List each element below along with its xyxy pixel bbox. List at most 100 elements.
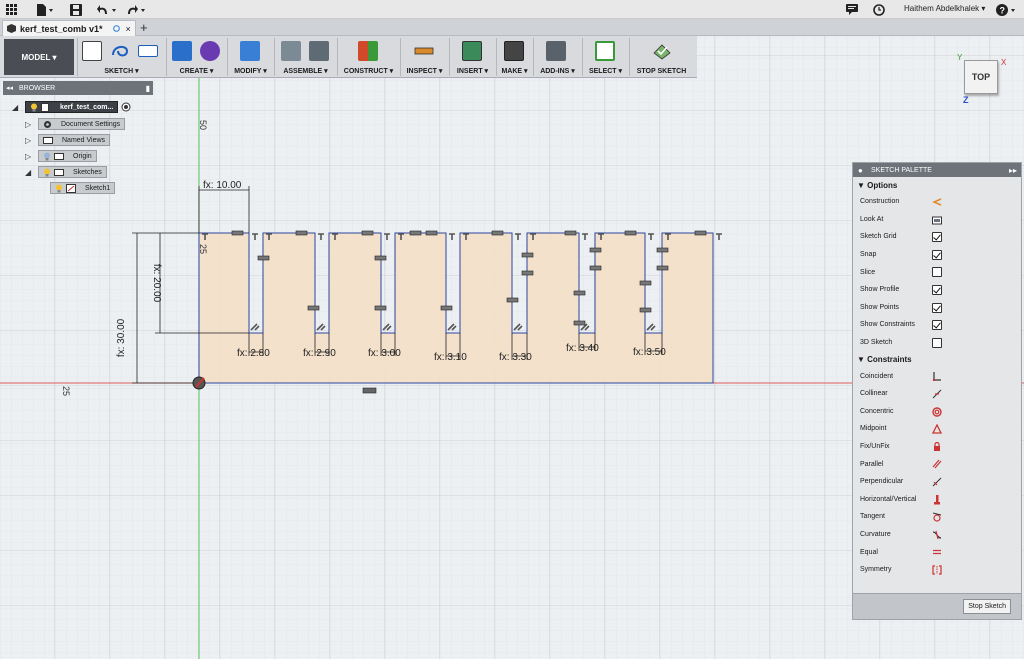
browser-item-document-settings[interactable]: ▷ Document Settings	[25, 118, 126, 130]
visibility-bulb-icon[interactable]	[55, 184, 63, 193]
app-grid-icon[interactable]	[6, 2, 17, 17]
dim-slot-4[interactable]: fx: 3.10	[434, 352, 467, 363]
select-icon[interactable]	[595, 41, 615, 61]
palette-pin-icon[interactable]: ●	[858, 166, 863, 175]
select-group[interactable]: SELECT ▾	[582, 38, 628, 76]
lock-icon[interactable]	[932, 441, 942, 452]
concentric-icon[interactable]	[932, 406, 942, 417]
symmetry-icon[interactable]	[932, 565, 942, 575]
view-cube[interactable]: TOP	[964, 60, 998, 94]
checkbox-sketch-grid[interactable]	[932, 232, 942, 243]
dim-slot-2[interactable]: fx: 2.90	[303, 348, 336, 359]
visibility-bulb-icon[interactable]	[43, 168, 51, 177]
parallel-icon[interactable]	[932, 459, 942, 469]
scripts-icon[interactable]	[546, 41, 566, 61]
constraint-coincident[interactable]: Coincident	[853, 367, 1021, 385]
offset-plane-icon[interactable]	[358, 41, 378, 61]
dim-slot-3[interactable]: fx: 3.00	[368, 348, 401, 359]
browser-item-origin[interactable]: ▷ Origin	[25, 150, 97, 162]
horizontal-constraint-icon[interactable]	[362, 387, 377, 394]
checkbox-show-points[interactable]	[932, 302, 942, 313]
dim-slot-6[interactable]: fx: 3.40	[566, 343, 599, 354]
collinear-icon[interactable]	[932, 389, 942, 399]
palette-expand-icon[interactable]: ▸▸	[1009, 166, 1017, 175]
constraint-midpoint[interactable]: Midpoint	[853, 420, 1021, 438]
file-menu-icon[interactable]	[36, 2, 54, 17]
tab-sync-icon[interactable]	[112, 25, 120, 32]
measure-icon[interactable]	[414, 41, 434, 61]
equal-icon[interactable]	[932, 547, 942, 557]
dim-width[interactable]: fx: 10.00	[203, 180, 242, 191]
checkbox-3d-sketch[interactable]	[932, 337, 942, 348]
browser-item-box[interactable]: Origin	[38, 150, 97, 162]
expand-arrow-icon[interactable]: ◢	[12, 103, 22, 112]
insert-image-icon[interactable]	[462, 41, 482, 61]
rectangle-icon[interactable]	[138, 45, 158, 57]
create-sketch-icon[interactable]	[82, 41, 102, 61]
perpendicular-icon[interactable]	[932, 477, 942, 487]
curvature-icon[interactable]	[932, 530, 942, 540]
option-slice[interactable]: Slice	[853, 263, 1021, 281]
checkbox-show-profile[interactable]	[932, 284, 942, 295]
notifications-icon[interactable]	[846, 2, 858, 17]
form-icon[interactable]	[200, 41, 220, 61]
new-tab-button[interactable]: +	[140, 20, 148, 35]
collapse-arrow-icon[interactable]: ◢	[25, 168, 35, 177]
help-icon[interactable]: ?	[996, 2, 1018, 17]
browser-panel-header[interactable]: ◂◂ BROWSER ▮	[3, 81, 153, 95]
constraint-collinear[interactable]: Collinear	[853, 385, 1021, 403]
option-show-profile[interactable]: Show Profile	[853, 281, 1021, 299]
dim-inner-height[interactable]: fx: 20.00	[151, 264, 162, 303]
horizontal-vertical-icon[interactable]	[932, 494, 942, 505]
collapse-browser-icon[interactable]: ◂◂	[6, 84, 13, 92]
option-3d-sketch[interactable]: 3D Sketch	[853, 334, 1021, 352]
midpoint-icon[interactable]	[931, 423, 943, 434]
checkbox-slice[interactable]	[932, 267, 942, 278]
browser-pin-icon[interactable]: ▮	[146, 84, 150, 93]
sketch-palette-header[interactable]: ● SKETCH PALETTE ▸▸	[853, 163, 1021, 177]
joint-icon[interactable]	[309, 41, 329, 61]
sketch-group[interactable]: SKETCH ▾	[77, 38, 165, 76]
visibility-bulb-icon[interactable]	[43, 152, 51, 161]
browser-item-sketches[interactable]: ◢ Sketches	[25, 166, 107, 178]
addins-group[interactable]: ADD-INS ▾	[533, 38, 581, 76]
dim-slot-7[interactable]: fx: 3.50	[633, 347, 666, 358]
line-icon[interactable]	[110, 41, 130, 61]
constraint-tangent[interactable]: Tangent	[853, 508, 1021, 526]
make-group[interactable]: MAKE ▾	[496, 38, 532, 76]
browser-item-sketch1[interactable]: Sketch1	[50, 182, 116, 194]
visibility-bulb-icon[interactable]	[30, 103, 38, 112]
3d-print-icon[interactable]	[504, 41, 524, 61]
constraint-horizontal-vertical[interactable]: Horizontal/Vertical	[853, 491, 1021, 509]
option-snap[interactable]: Snap	[853, 246, 1021, 264]
create-group[interactable]: CREATE ▾	[166, 38, 226, 76]
assemble-group[interactable]: ASSEMBLE ▾	[274, 38, 336, 76]
look-at-icon[interactable]	[932, 215, 942, 225]
dim-outer-height[interactable]: fx: 30.00	[116, 318, 127, 357]
redo-icon[interactable]	[126, 2, 148, 17]
browser-item-box[interactable]: Sketch1	[50, 182, 116, 194]
stop-sketch-button[interactable]: Stop Sketch	[963, 599, 1011, 614]
option-construction[interactable]: Construction	[853, 193, 1021, 211]
browser-item-named-views[interactable]: ▷ Named Views	[25, 134, 111, 146]
constraint-lock[interactable]: Fix/UnFix	[853, 438, 1021, 456]
browser-item-box[interactable]: Sketches	[38, 166, 107, 178]
constraint-curvature[interactable]: Curvature	[853, 526, 1021, 544]
new-component-icon[interactable]	[281, 41, 301, 61]
dim-slot-5[interactable]: fx: 3.30	[499, 352, 532, 363]
option-show-constraints[interactable]: Show Constraints	[853, 316, 1021, 334]
expand-arrow-icon[interactable]: ▷	[25, 152, 35, 161]
expand-arrow-icon[interactable]: ▷	[25, 120, 35, 129]
insert-group[interactable]: INSERT ▾	[449, 38, 495, 76]
workspace-switcher-button[interactable]: MODEL ▾	[4, 39, 74, 75]
undo-icon[interactable]	[97, 2, 119, 17]
constraint-concentric[interactable]: Concentric	[853, 403, 1021, 421]
inspect-group[interactable]: INSPECT ▾	[400, 38, 448, 76]
active-radio-icon[interactable]	[121, 102, 131, 112]
user-menu[interactable]: Haithem Abdelkhalek ▾	[904, 4, 985, 13]
browser-root-item[interactable]: kerf_test_com...	[25, 101, 119, 113]
construct-group[interactable]: CONSTRUCT ▾	[337, 38, 399, 76]
save-icon[interactable]	[70, 2, 82, 17]
extrude-icon[interactable]	[172, 41, 192, 61]
options-section-header[interactable]: ▼ Options	[853, 177, 1021, 193]
